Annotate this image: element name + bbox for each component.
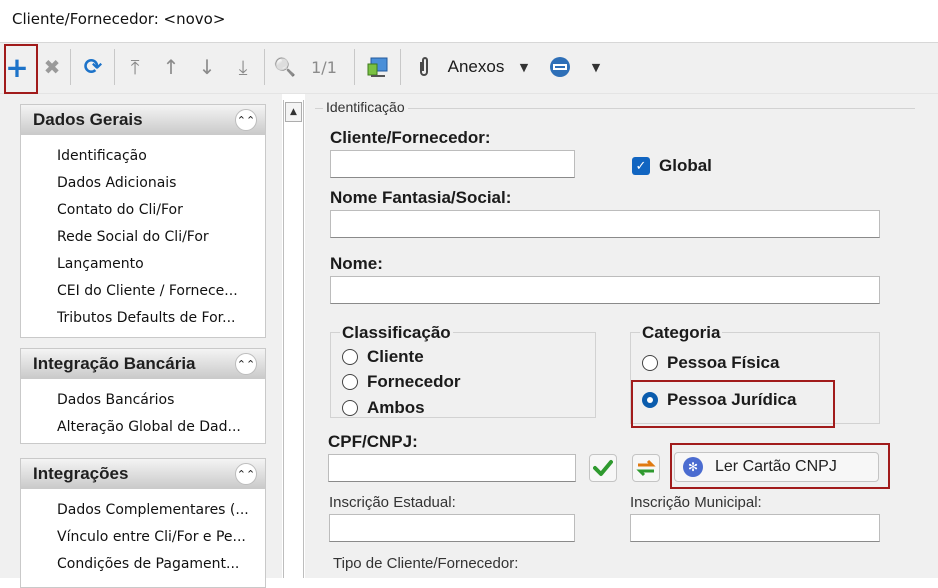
radio-ambos[interactable]: Ambos: [342, 398, 425, 418]
attachments-button[interactable]: Anexos: [440, 51, 512, 83]
delete-icon[interactable]: ✖: [40, 51, 64, 83]
collapse-icon[interactable]: ⌃⌃: [235, 463, 257, 485]
radio-circle[interactable]: [342, 349, 358, 365]
nome-input[interactable]: [330, 276, 880, 304]
categoria-title: Categoria: [640, 323, 723, 343]
toolbar: + ✖ ⟳ ⤒ ↑ ↓ ⤓ 🔍 1/1 Anexos ▼ ▼: [0, 43, 938, 94]
inscricao-estadual-label: Inscrição Estadual:: [329, 494, 456, 511]
radio-cliente[interactable]: Cliente: [342, 347, 424, 367]
title-bar: Cliente/Fornecedor: <novo>: [0, 0, 938, 43]
print-icon[interactable]: [546, 51, 574, 83]
radio-label: Cliente: [367, 347, 424, 366]
radio-circle[interactable]: [642, 355, 658, 371]
radio-circle[interactable]: [342, 400, 358, 416]
cliente-fornecedor-input[interactable]: [330, 150, 575, 178]
ler-cartao-highlight: [670, 443, 890, 489]
paperclip-icon[interactable]: [412, 51, 436, 83]
classificacao-title: Classificação: [340, 323, 453, 343]
page-indicator: 1/1: [311, 57, 337, 77]
section-title: Identificação: [323, 99, 408, 115]
radio-label: Pessoa Física: [667, 353, 780, 372]
next-record-icon[interactable]: ↓: [194, 51, 220, 83]
inscricao-municipal-label: Inscrição Municipal:: [630, 494, 762, 511]
last-record-icon[interactable]: ⤓: [230, 51, 256, 83]
refresh-icon[interactable]: ⟳: [80, 51, 106, 83]
global-checkbox[interactable]: ✓: [632, 157, 650, 175]
checkmark-icon: [593, 460, 613, 476]
inscricao-municipal-input[interactable]: [630, 514, 880, 542]
cliente-fornecedor-label: Cliente/Fornecedor:: [330, 128, 491, 147]
panel-title: Dados Gerais: [33, 110, 143, 129]
screen-icon[interactable]: [364, 51, 392, 83]
form-scrollbar[interactable]: ▲: [283, 100, 304, 578]
cpf-cnpj-input[interactable]: [328, 454, 576, 482]
window-title: Cliente/Fornecedor: <novo>: [12, 10, 226, 28]
sidebar-item-lancamento[interactable]: Lançamento: [57, 251, 257, 278]
sidebar-item-contato[interactable]: Contato do Cli/For: [57, 197, 257, 224]
separator: [70, 49, 71, 85]
panel-header[interactable]: Integrações ⌃⌃: [21, 459, 265, 489]
panel-dados-gerais: Dados Gerais ⌃⌃ Identificação Dados Adic…: [20, 104, 266, 338]
separator: [354, 49, 355, 85]
radio-fornecedor[interactable]: Fornecedor: [342, 372, 461, 392]
search-icon[interactable]: 🔍: [272, 51, 298, 83]
first-record-icon[interactable]: ⤒: [122, 51, 148, 83]
global-label: Global: [659, 156, 712, 175]
validate-button[interactable]: [589, 454, 617, 482]
panel-title: Integração Bancária: [33, 354, 196, 373]
cpf-cnpj-label: CPF/CNPJ:: [328, 432, 418, 451]
sidebar-item-dados-bancarios[interactable]: Dados Bancários: [57, 387, 257, 414]
pessoa-juridica-highlight: [631, 380, 835, 428]
prev-record-icon[interactable]: ↑: [158, 51, 184, 83]
scroll-up-icon[interactable]: ▲: [285, 102, 302, 122]
sidebar-item-identificacao[interactable]: Identificação: [57, 143, 257, 170]
panel-header[interactable]: Integração Bancária ⌃⌃: [21, 349, 265, 379]
panel-integracao-bancaria: Integração Bancária ⌃⌃ Dados Bancários A…: [20, 348, 266, 444]
panel-title: Integrações: [33, 464, 129, 483]
collapse-icon[interactable]: ⌃⌃: [235, 109, 257, 131]
collapse-icon[interactable]: ⌃⌃: [235, 353, 257, 375]
separator: [400, 49, 401, 85]
panel-integracoes: Integrações ⌃⌃ Dados Complementares (...…: [20, 458, 266, 588]
nome-label: Nome:: [330, 254, 383, 273]
nome-fantasia-input[interactable]: [330, 210, 880, 238]
separator: [264, 49, 265, 85]
sidebar: Dados Gerais ⌃⌃ Identificação Dados Adic…: [0, 94, 282, 588]
panel-header[interactable]: Dados Gerais ⌃⌃: [21, 105, 265, 135]
radio-label: Ambos: [367, 398, 425, 417]
inscricao-estadual-input[interactable]: [329, 514, 575, 542]
swap-button[interactable]: [632, 454, 660, 482]
add-button-highlight: [4, 44, 38, 94]
sidebar-item-dados-adicionais[interactable]: Dados Adicionais: [57, 170, 257, 197]
sidebar-item-vinculo[interactable]: Vínculo entre Cli/For e Pe...: [57, 524, 257, 551]
sidebar-item-dados-complementares[interactable]: Dados Complementares (...: [57, 497, 257, 524]
radio-circle[interactable]: [342, 374, 358, 390]
sidebar-item-tributos[interactable]: Tributos Defaults de For...: [57, 305, 257, 332]
separator: [114, 49, 115, 85]
form-area: Identificação Cliente/Fornecedor: ✓ Glob…: [305, 94, 938, 578]
sidebar-item-alteracao-global[interactable]: Alteração Global de Dad...: [57, 414, 257, 441]
nome-fantasia-label: Nome Fantasia/Social:: [330, 188, 512, 207]
attachments-dropdown-icon[interactable]: ▼: [514, 51, 534, 83]
sidebar-item-cei[interactable]: CEI do Cliente / Fornece...: [57, 278, 257, 305]
print-dropdown-icon[interactable]: ▼: [586, 51, 606, 83]
radio-label: Fornecedor: [367, 372, 461, 391]
swap-arrows-icon: [636, 459, 656, 477]
sidebar-item-rede-social[interactable]: Rede Social do Cli/For: [57, 224, 257, 251]
sidebar-item-condicoes-pagamento[interactable]: Condições de Pagament...: [57, 551, 257, 578]
radio-pessoa-fisica[interactable]: Pessoa Física: [642, 353, 779, 373]
tipo-cliente-fornecedor-label: Tipo de Cliente/Fornecedor:: [333, 555, 519, 572]
